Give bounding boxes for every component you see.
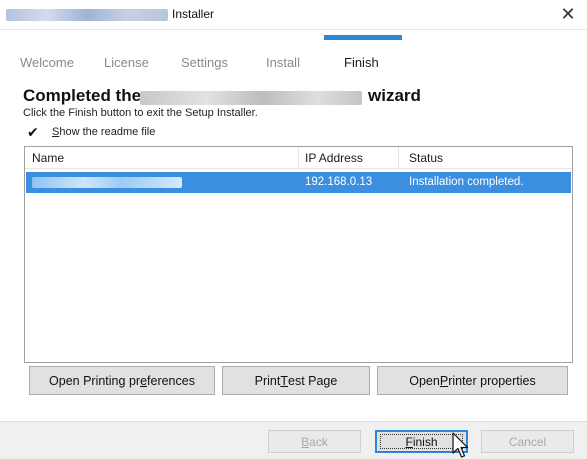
button-label: Print (254, 373, 281, 388)
cell-ip-address: 192.168.0.13 (305, 176, 373, 188)
window-title: Installer (172, 7, 215, 21)
step-welcome: Welcome (20, 55, 74, 70)
page-title-suffix: wizard (368, 86, 421, 105)
cell-status: Installation completed. (409, 176, 524, 188)
focus-rect (380, 434, 463, 449)
open-printer-properties-button[interactable]: Open Printer properties (377, 366, 568, 395)
button-label: est Page (288, 373, 338, 388)
column-divider[interactable] (298, 147, 299, 169)
redacted-product-name (6, 9, 168, 21)
close-icon[interactable]: ✕ (559, 4, 577, 24)
footer-bar: Back Finish Cancel (0, 422, 587, 459)
mnemonic: B (301, 434, 310, 449)
step-install: Install (266, 55, 300, 70)
checkmark-icon[interactable]: ✔ (27, 125, 41, 139)
back-button[interactable]: Back (268, 430, 361, 453)
button-label: ack (309, 434, 328, 449)
show-readme-label[interactable]: Show the readme file (52, 126, 155, 138)
wizard-steps: Welcome License Settings Install Finish (0, 55, 587, 75)
step-license: License (104, 55, 149, 70)
button-label: ferences (147, 373, 195, 388)
instructions-text: Click the Finish button to exit the Setu… (23, 107, 258, 119)
print-test-page-button[interactable]: Print Test Page (222, 366, 370, 395)
button-label: Open (409, 373, 440, 388)
column-header-name[interactable]: Name (32, 151, 64, 165)
active-step-indicator (324, 35, 402, 40)
mnemonic: P (439, 373, 449, 388)
column-header-status[interactable]: Status (409, 151, 443, 165)
column-divider[interactable] (398, 147, 399, 169)
title-bar: Installer ✕ (0, 0, 587, 30)
list-header: Name IP Address Status (25, 147, 572, 169)
label-text: how the readme file (59, 126, 156, 138)
mouse-pointer-icon (452, 432, 469, 458)
mnemonic: F (405, 434, 413, 449)
button-label: rinter properties (448, 373, 536, 388)
redacted-product-name (140, 91, 362, 105)
step-finish: Finish (344, 55, 379, 70)
printer-list[interactable]: Name IP Address Status 192.168.0.13 Inst… (24, 146, 573, 363)
button-label: Open Printing pr (49, 373, 141, 388)
mnemonic: e (140, 373, 148, 388)
open-printing-preferences-button[interactable]: Open Printing pr e ferences (29, 366, 215, 395)
table-row[interactable]: 192.168.0.13 Installation completed. (26, 172, 571, 193)
page-title: Completed the (23, 86, 142, 105)
column-header-ip-address[interactable]: IP Address (305, 151, 363, 165)
show-readme-checkbox[interactable]: ✔ Show the readme file (27, 124, 155, 140)
mnemonic: T (280, 373, 288, 388)
step-settings: Settings (181, 55, 228, 70)
cancel-button[interactable]: Cancel (481, 430, 574, 453)
redacted-printer-name (32, 177, 182, 188)
